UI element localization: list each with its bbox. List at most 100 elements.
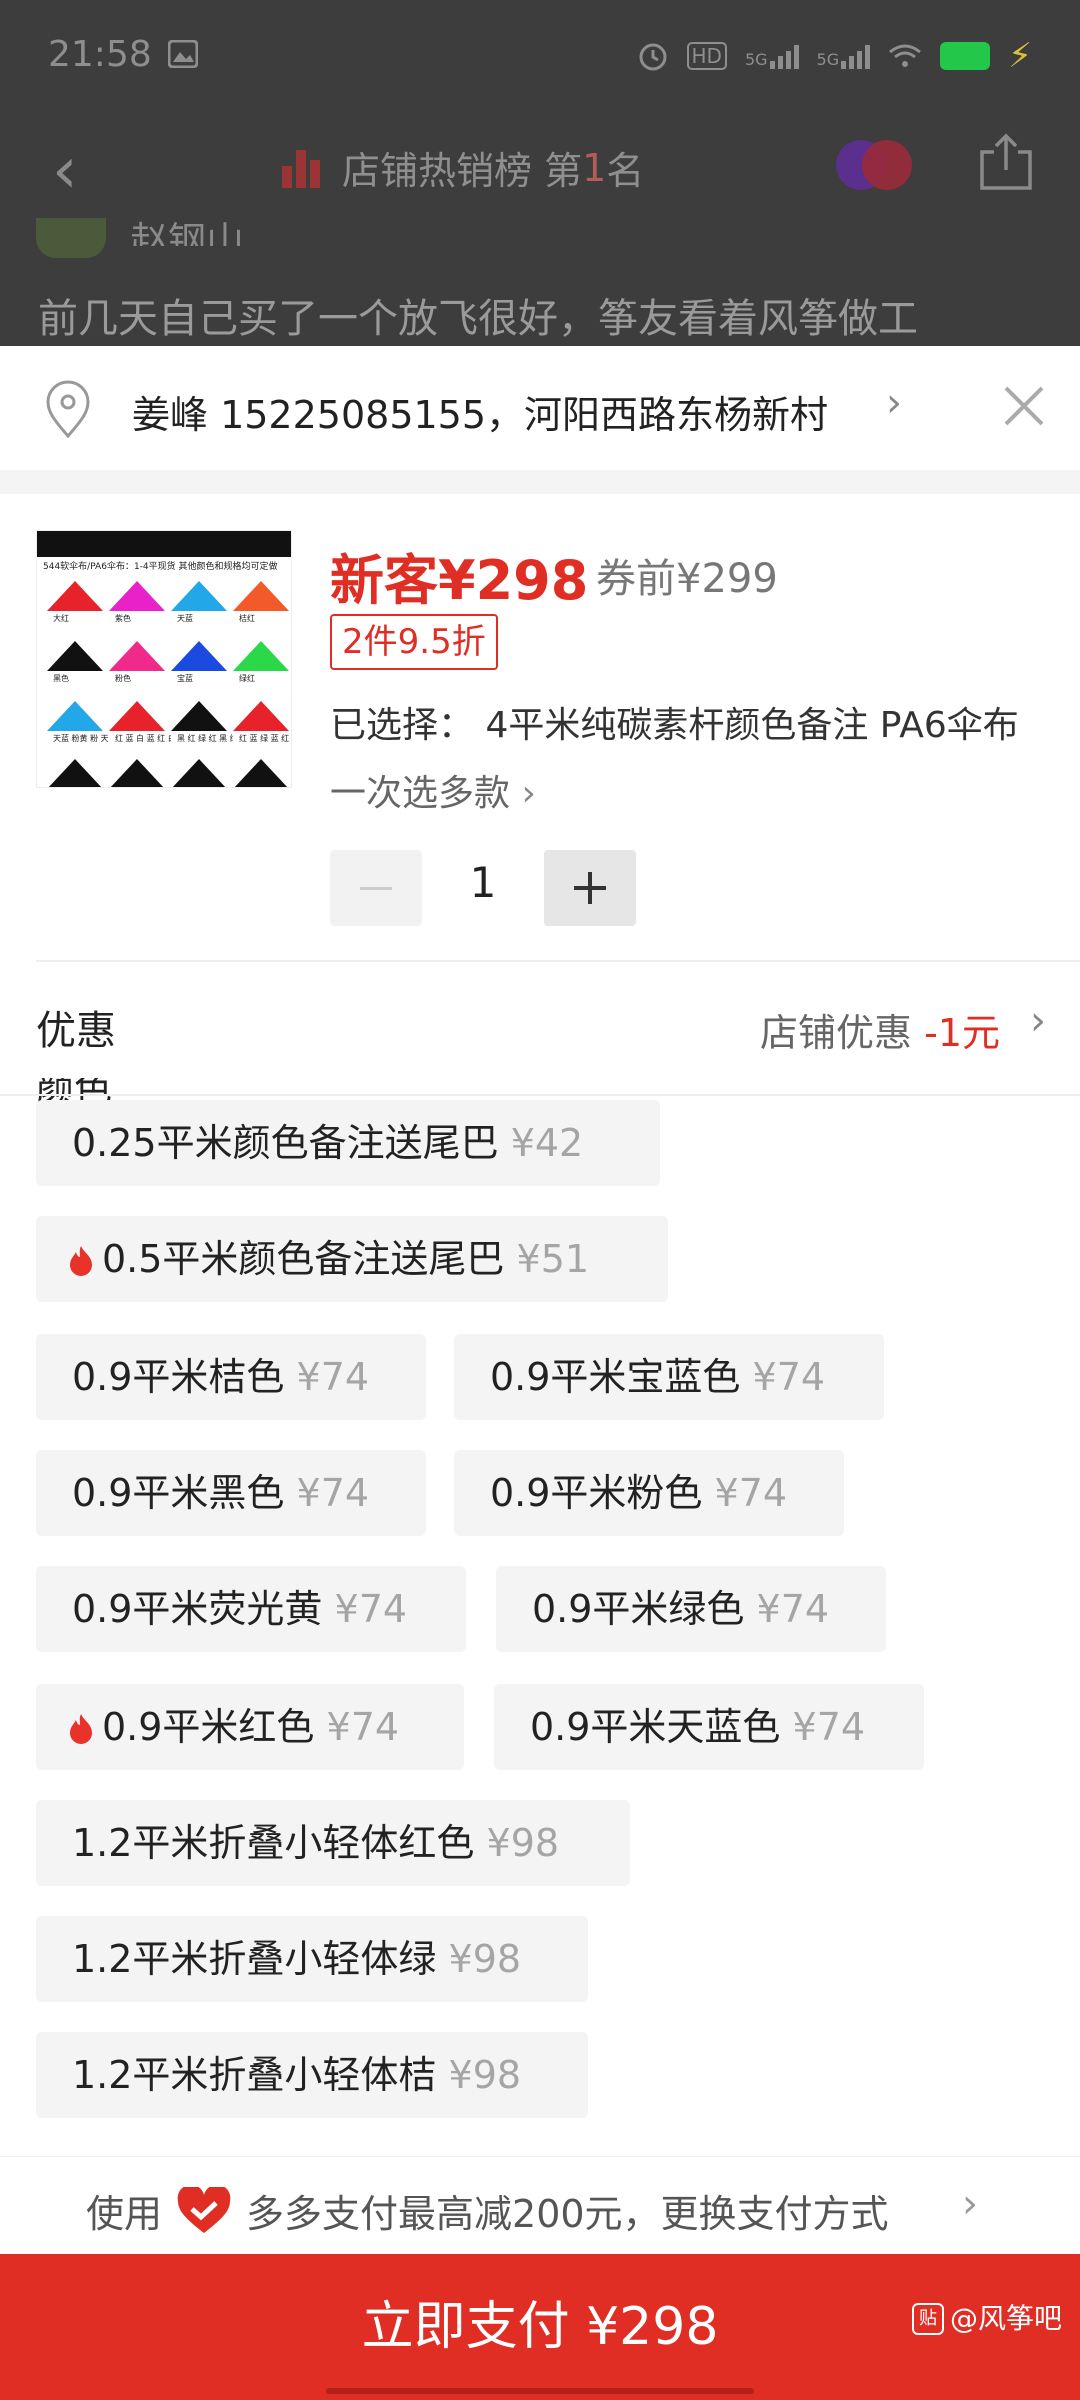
share-icon[interactable] [978, 132, 1034, 192]
option-price: ¥74 [296, 1355, 370, 1399]
color-option-chip[interactable]: 0.9平米荧光黄 ¥74 [36, 1566, 466, 1652]
alarm-icon [639, 43, 667, 71]
color-option-chip[interactable]: 0.9平米红色 ¥74 [36, 1684, 464, 1770]
selected-spec: 已选择： 4平米纯碳素杆颜色备注 PA6伞布 [330, 705, 1019, 746]
option-name: 0.25平米颜色备注送尾巴 [72, 1121, 511, 1165]
option-name: 0.9平米荧光黄 [72, 1587, 335, 1631]
kite-swatch-label: 天蓝 粉黄 粉 天蓝 黄 [53, 734, 109, 743]
wifi-icon [889, 44, 922, 67]
comment-username: 赵钢山 [130, 219, 245, 246]
option-price: ¥51 [516, 1237, 590, 1281]
color-option-chip[interactable]: 0.5平米颜色备注送尾巴 ¥51 [36, 1216, 668, 1302]
kite-swatch [47, 759, 103, 787]
color-option-chip[interactable]: 1.2平米折叠小轻体桔 ¥98 [36, 2032, 588, 2118]
payment-method-row[interactable]: 使用 多多支付最高减200元，更换支付方式 › [0, 2156, 1080, 2254]
background-page: 21:58 HD 5G 5G ⚡ ‹ 店铺热销榜 第1名 赵钢山 前几天自己买了… [0, 0, 1080, 346]
new-customer-price: 新客¥298 [330, 549, 589, 612]
option-price: ¥74 [714, 1471, 788, 1515]
chevron-right-icon: › [1030, 998, 1046, 1044]
kite-swatch [233, 581, 289, 611]
chevron-right-icon: › [521, 773, 536, 814]
color-option-chip[interactable]: 0.9平米绿色 ¥74 [496, 1566, 886, 1652]
kite-swatch-label: 绿红 [239, 674, 255, 683]
kite-swatch [109, 581, 165, 611]
kite-swatch-label: 天蓝 [177, 614, 193, 623]
product-image-caption: 544软伞布/PA6伞布：1-4平现货 其他颜色和规格均可定做 [43, 562, 278, 572]
option-name: 0.9平米绿色 [532, 1587, 757, 1631]
option-name: 0.9平米黑色 [72, 1471, 297, 1515]
option-name: 0.9平米粉色 [490, 1471, 715, 1515]
option-name: 1.2平米折叠小轻体桔 [72, 2053, 449, 2097]
option-name: 0.5平米颜色备注送尾巴 [102, 1237, 517, 1281]
kite-swatch-label: 桔红 [239, 614, 255, 623]
quantity-plus-button[interactable] [544, 850, 636, 926]
kite-swatch-label: 大红 [53, 614, 69, 623]
battery-icon [940, 42, 991, 70]
color-option-chip[interactable]: 0.9平米粉色 ¥74 [454, 1450, 844, 1536]
option-name: 1.2平米折叠小轻体红色 [72, 1821, 487, 1865]
color-option-chip[interactable]: 0.9平米天蓝色 ¥74 [494, 1684, 924, 1770]
kite-swatch [109, 701, 165, 731]
option-price: ¥74 [296, 1471, 370, 1515]
fire-icon [70, 1246, 92, 1276]
option-price: ¥74 [334, 1587, 408, 1631]
kite-swatch [233, 641, 289, 671]
quantity-minus-button[interactable] [330, 850, 422, 926]
promo-label: 优惠 [36, 1008, 116, 1054]
nav-title[interactable]: 店铺热销榜 第1名 [282, 140, 644, 195]
address-row[interactable]: 姜峰 15225085155，河阳西路东杨新村 › [0, 346, 1080, 470]
brand-logo-icon[interactable] [836, 140, 912, 190]
product-thumbnail[interactable]: 544软伞布/PA6伞布：1-4平现货 其他颜色和规格均可定做 大红 紫色 天蓝 桔红… [36, 530, 292, 788]
kite-swatch [109, 759, 165, 787]
option-price: ¥98 [486, 1821, 560, 1865]
option-price: ¥74 [326, 1705, 400, 1749]
option-name: 0.9平米桔色 [72, 1355, 297, 1399]
multi-pick-link[interactable]: 一次选多款 › [330, 764, 536, 816]
chevron-right-icon: › [886, 380, 902, 426]
color-options: 0.25平米颜色备注送尾巴 ¥42 0.5平米颜色备注送尾巴 ¥51 0.9平米桔色… [0, 1096, 1080, 2156]
close-icon[interactable] [998, 380, 1050, 432]
color-option-chip[interactable]: 1.2平米折叠小轻体红色 ¥98 [36, 1800, 630, 1886]
option-name: 0.9平米天蓝色 [530, 1705, 793, 1749]
color-option-chip[interactable]: 0.9平米黑色 ¥74 [36, 1450, 426, 1536]
kite-swatch-label: 黑色 [53, 674, 69, 683]
location-pin-icon [40, 380, 96, 440]
ranking-icon [282, 148, 320, 188]
signal-5g-2: 5G [817, 43, 871, 69]
option-name: 1.2平米折叠小轻体绿 [72, 1937, 449, 1981]
promo-value[interactable]: 店铺优惠 -1元 [760, 1002, 1000, 1057]
kite-swatch [233, 759, 289, 787]
watermark: 贴 @风筝吧 [911, 2246, 1062, 2392]
fire-icon [70, 1714, 92, 1744]
option-name: 0.9平米红色 [102, 1705, 327, 1749]
divider [36, 960, 1080, 962]
color-option-chip[interactable]: 0.25平米颜色备注送尾巴 ¥42 [36, 1100, 660, 1186]
kite-swatch [47, 641, 103, 671]
section-divider [0, 470, 1080, 494]
kite-swatch-label: 紫色 [115, 614, 131, 623]
home-indicator [326, 2388, 754, 2394]
charging-icon: ⚡ [1008, 36, 1032, 76]
kite-swatch [109, 641, 165, 671]
original-price: 券前¥299 [596, 556, 778, 602]
deal-tag: 2件9.5折 [330, 614, 498, 670]
color-option-chip[interactable]: 0.9平米桔色 ¥74 [36, 1334, 426, 1420]
pay-now-button[interactable]: 立即支付 ¥298 贴 @风筝吧 [0, 2254, 1080, 2400]
kite-swatch [171, 581, 227, 611]
option-price: ¥98 [448, 2053, 522, 2097]
color-option-chip[interactable]: 0.9平米宝蓝色 ¥74 [454, 1334, 884, 1420]
comment-text: 前几天自己买了一个放飞很好，筝友看着风筝做工 [38, 296, 918, 342]
option-name: 0.9平米宝蓝色 [490, 1355, 753, 1399]
kite-swatch [47, 581, 103, 611]
kite-swatch [47, 701, 103, 731]
option-price: ¥74 [752, 1355, 826, 1399]
color-option-chip[interactable]: 1.2平米折叠小轻体绿 ¥98 [36, 1916, 588, 2002]
status-time: 21:58 [48, 34, 152, 75]
chevron-right-icon: › [962, 2181, 978, 2227]
option-price: ¥74 [756, 1587, 830, 1631]
kite-swatch-label: 宝蓝 [177, 674, 193, 683]
hd-badge: HD [686, 42, 727, 70]
address-text: 姜峰 15225085155，河阳西路东杨新村 [132, 393, 829, 437]
kite-swatch-label: 红 蓝 白 蓝 红 白 [115, 734, 171, 743]
chevron-left-icon[interactable]: ‹ [52, 134, 78, 208]
